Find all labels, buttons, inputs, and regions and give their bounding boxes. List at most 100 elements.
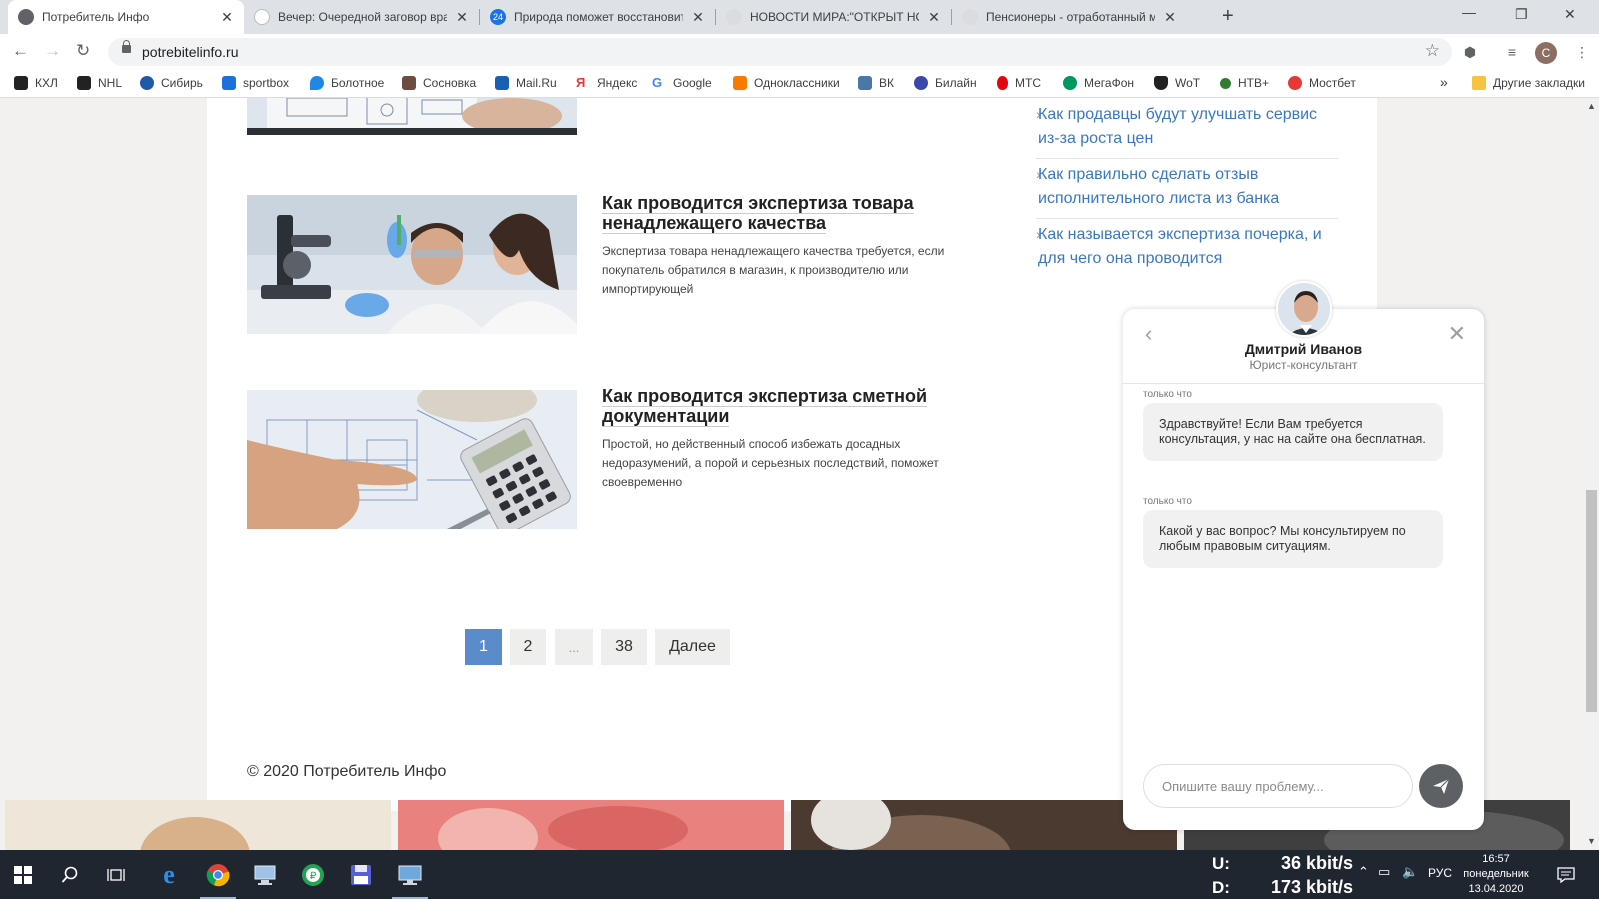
bookmark-sportbox[interactable]: sportbox bbox=[222, 76, 289, 90]
chrome-icon bbox=[206, 863, 230, 886]
network-icon[interactable]: ▭ bbox=[1378, 864, 1390, 880]
article-image[interactable] bbox=[247, 390, 577, 529]
browser-toolbar: ← → ↻ potrebitelinfo.ru ☆ ⬢ ≡ C ⋮ bbox=[0, 34, 1599, 70]
article-image[interactable] bbox=[247, 98, 577, 135]
close-tab-icon[interactable]: ✕ bbox=[927, 9, 941, 26]
language-indicator[interactable]: РУС bbox=[1428, 866, 1452, 880]
svg-text:₽: ₽ bbox=[310, 871, 317, 882]
message-timestamp: только что bbox=[1143, 496, 1192, 507]
green-app[interactable]: ₽ bbox=[290, 850, 336, 899]
address-bar[interactable]: potrebitelinfo.ru ☆ bbox=[108, 38, 1452, 66]
bookmark-mts[interactable]: МТС bbox=[997, 76, 1041, 90]
volume-icon[interactable]: 🔈 bbox=[1402, 864, 1418, 880]
bookmark-bolotnoe[interactable]: Болотное bbox=[310, 76, 384, 90]
extension-icon[interactable]: ⬢ bbox=[1460, 42, 1480, 62]
bookmark-mostbet[interactable]: Мостбет bbox=[1288, 76, 1356, 90]
page-scrollbar[interactable]: ▲ ▼ bbox=[1584, 98, 1599, 850]
chat-message-input[interactable] bbox=[1143, 764, 1413, 808]
close-tab-icon[interactable]: ✕ bbox=[691, 9, 705, 26]
bookmark-odnoklassniki[interactable]: Одноклассники bbox=[733, 76, 840, 90]
back-button[interactable]: ← bbox=[12, 41, 29, 61]
scrollbar-thumb[interactable] bbox=[1586, 490, 1597, 712]
khl-icon bbox=[14, 76, 28, 90]
chrome-app[interactable] bbox=[194, 850, 242, 899]
loading-icon bbox=[726, 9, 742, 25]
article-image[interactable] bbox=[247, 195, 577, 334]
news24-icon: 24 bbox=[490, 9, 506, 25]
pagination-page-38[interactable]: 38 bbox=[601, 629, 647, 665]
close-tab-icon[interactable]: ✕ bbox=[220, 9, 234, 26]
sidebar-related-link[interactable]: Как правильно сделать отзыв исполнительн… bbox=[1038, 163, 1338, 211]
bookmark-nhl[interactable]: NHL bbox=[77, 76, 122, 90]
tab-novosti[interactable]: НОВОСТИ МИРА:"ОТКРЫТ НОВ ✕ bbox=[716, 0, 951, 34]
bookmarks-overflow-button[interactable]: » bbox=[1440, 74, 1448, 90]
minimize-button[interactable]: — bbox=[1462, 4, 1476, 20]
ntv-icon bbox=[1220, 77, 1231, 89]
sosnovka-icon bbox=[402, 76, 416, 90]
bookmark-star-icon[interactable]: ☆ bbox=[1425, 41, 1440, 61]
forward-button[interactable]: → bbox=[44, 41, 61, 61]
scroll-down-arrow-icon[interactable]: ▼ bbox=[1587, 836, 1596, 846]
bookmark-beeline[interactable]: Билайн bbox=[914, 76, 977, 90]
pagination-page-2[interactable]: 2 bbox=[510, 629, 546, 665]
profile-avatar[interactable]: C bbox=[1535, 42, 1557, 64]
tab-pensionery[interactable]: Пенсионеры - отработанный м ✕ bbox=[952, 0, 1187, 34]
consultant-chat-widget: ‹ ✕ Дмитрий Иванов Юрист-консультант тол… bbox=[1123, 309, 1484, 830]
folder-icon bbox=[1472, 76, 1486, 90]
lock-icon bbox=[122, 40, 131, 53]
bookmark-megafon[interactable]: МегаФон bbox=[1063, 76, 1134, 90]
bookmark-ntv[interactable]: НТВ+ bbox=[1220, 76, 1269, 90]
pagination-page-1[interactable]: 1 bbox=[465, 629, 502, 665]
network-app[interactable] bbox=[242, 850, 288, 899]
tab-priroda[interactable]: 24 Природа поможет восстановит ✕ bbox=[480, 0, 715, 34]
send-button[interactable] bbox=[1419, 764, 1463, 808]
start-button[interactable] bbox=[0, 850, 46, 899]
reload-button[interactable]: ↻ bbox=[76, 41, 90, 61]
close-tab-icon[interactable]: ✕ bbox=[455, 9, 469, 26]
scroll-up-arrow-icon[interactable]: ▲ bbox=[1587, 101, 1596, 111]
mostbet-icon bbox=[1288, 76, 1302, 90]
article-title[interactable]: Как проводится экспертиза товара ненадле… bbox=[602, 193, 962, 234]
close-window-button[interactable]: ✕ bbox=[1564, 6, 1576, 23]
bookmark-mailru[interactable]: Mail.Ru bbox=[495, 76, 557, 90]
maximize-button[interactable]: ❐ bbox=[1515, 6, 1528, 23]
bookmark-sosnovka[interactable]: Сосновка bbox=[402, 76, 476, 90]
sidebar-related-link[interactable]: Как называется экспертиза почерка, и для… bbox=[1038, 223, 1338, 271]
google-icon: G bbox=[652, 75, 663, 90]
pagination-next-button[interactable]: Далее bbox=[655, 629, 730, 665]
vk-icon bbox=[858, 76, 872, 90]
sidebar-related-link[interactable]: Как продавцы будут улучшать сервис из-за… bbox=[1038, 103, 1338, 151]
bookmark-vk[interactable]: ВК bbox=[858, 76, 894, 90]
tab-potrebitel[interactable]: Потребитель Инфо ✕ bbox=[8, 0, 244, 34]
remote-desktop-app[interactable] bbox=[386, 850, 434, 899]
close-tab-icon[interactable]: ✕ bbox=[1163, 9, 1177, 26]
promo-thumbnail[interactable] bbox=[398, 800, 784, 850]
tab-title: Вечер: Очередной заговор вра bbox=[278, 10, 448, 24]
system-clock[interactable]: 16:57 понедельник 13.04.2020 bbox=[1460, 852, 1532, 897]
bookmark-google[interactable]: G Google bbox=[652, 75, 712, 91]
bookmark-khl[interactable]: КХЛ bbox=[14, 76, 58, 90]
mailru-icon bbox=[495, 76, 509, 90]
message-timestamp: только что bbox=[1143, 389, 1192, 400]
chevron-up-icon[interactable]: ⌃ bbox=[1358, 864, 1369, 880]
article-title[interactable]: Как проводится экспертиза сметной докуме… bbox=[602, 386, 962, 427]
save-app[interactable] bbox=[338, 850, 384, 899]
edge-icon: e bbox=[163, 859, 175, 889]
menu-kebab-icon[interactable]: ⋮ bbox=[1572, 42, 1592, 62]
bookmark-sibir[interactable]: Сибирь bbox=[140, 76, 203, 90]
new-tab-button[interactable]: + bbox=[1222, 5, 1234, 28]
mts-egg-icon bbox=[997, 76, 1008, 90]
media-control-icon[interactable]: ≡ bbox=[1502, 42, 1522, 62]
promo-thumbnail[interactable] bbox=[791, 800, 1177, 850]
notifications-button[interactable] bbox=[1544, 850, 1588, 899]
task-view-button[interactable] bbox=[94, 850, 138, 899]
search-button[interactable] bbox=[48, 850, 92, 899]
bookmark-yandex[interactable]: Я Яндекс bbox=[576, 76, 637, 91]
bookmark-wot[interactable]: WoT bbox=[1154, 76, 1200, 90]
tab-vecher[interactable]: Вечер: Очередной заговор вра ✕ bbox=[244, 0, 479, 34]
edge-app[interactable]: e bbox=[146, 850, 192, 899]
computer-network-icon bbox=[254, 865, 276, 885]
promo-thumbnail[interactable] bbox=[5, 800, 391, 850]
article-excerpt: Простой, но действенный способ избежать … bbox=[602, 437, 939, 489]
other-bookmarks-folder[interactable]: Другие закладки bbox=[1472, 76, 1585, 90]
